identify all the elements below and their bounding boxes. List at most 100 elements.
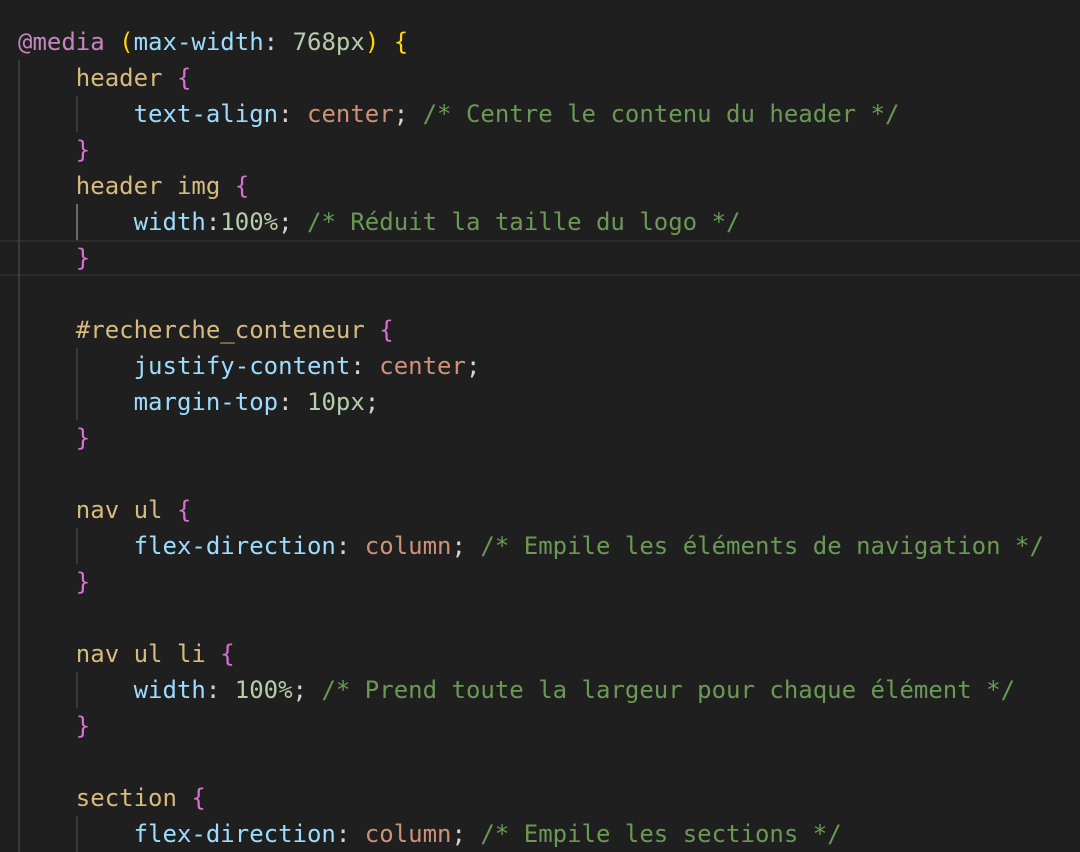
code-line[interactable]: section { [0,780,1080,816]
code-line[interactable]: nav ul { [0,492,1080,528]
token-bracket1: ( [119,28,134,56]
code-line[interactable]: } [0,420,1080,456]
token-punct: : [205,208,221,236]
token-value: center [307,100,394,128]
code-line[interactable]: justify-content: center; [0,348,1080,384]
token-punct [163,496,177,524]
token-value: center [379,352,466,380]
token-punct: ; [292,676,322,704]
token-punct: : [335,820,365,848]
token-selector: nav ul [75,496,163,524]
token-bracket2: { [176,496,192,524]
code-line[interactable] [0,744,1080,780]
token-property: justify-content [133,352,351,380]
token-bracket2: } [75,136,91,164]
token-property: max-width [133,28,264,56]
indentation [18,64,76,92]
token-punct [365,316,379,344]
token-punct: : [263,28,293,56]
token-bracket1: ) [364,28,380,56]
token-value: column [364,820,452,848]
indent-guide [18,528,20,564]
token-number: 768px [292,28,365,56]
code-line[interactable]: } [0,132,1080,168]
token-number: 10px [307,388,365,416]
code-line[interactable]: } [0,708,1080,744]
code-line[interactable] [0,600,1080,636]
code-line[interactable]: } [0,240,1080,276]
token-selector: #recherche_conteneur [75,316,365,344]
token-punct [379,28,393,56]
code-line[interactable]: nav ul li { [0,636,1080,672]
code-line[interactable]: flex-direction: column; /* Empile les se… [0,816,1080,852]
code-line[interactable] [0,276,1080,312]
indentation [18,316,76,344]
token-bracket2: } [75,712,91,740]
token-punct [177,784,191,812]
indentation [18,784,76,812]
indent-guide [18,744,20,780]
code-line[interactable]: header { [0,60,1080,96]
token-punct [163,64,177,92]
indent-guide [18,276,20,312]
indent-guide [18,384,20,420]
indent-guide [75,204,78,240]
token-bracket2: { [220,640,235,668]
indent-guide [18,420,20,456]
token-punct: ; [465,352,481,380]
token-bracket2: { [234,172,250,200]
code-line[interactable]: #recherche_conteneur { [0,312,1080,348]
indentation [18,496,76,524]
token-comment: /* Empile les éléments de navigation */ [480,532,1044,560]
token-keyword: @media [18,28,105,56]
token-punct [105,28,119,56]
token-punct: : [278,388,307,416]
indentation [18,712,76,740]
token-comment: /* Centre le contenu du header */ [422,100,900,128]
indent-guide [75,816,78,852]
indentation [18,640,76,668]
token-bracket2: { [191,784,206,812]
indent-guide [75,528,78,564]
token-property: width [133,676,206,704]
token-bracket2: } [75,244,91,272]
token-punct [206,640,220,668]
token-bracket2: } [75,424,91,452]
token-punct: ; [364,388,380,416]
indent-guide [75,672,78,708]
token-punct: ; [393,100,423,128]
indent-guide [18,564,20,600]
code-line[interactable]: header img { [0,168,1080,204]
token-punct: ; [451,820,481,848]
token-property: flex-direction [133,820,336,848]
code-line[interactable]: text-align: center; /* Centre le contenu… [0,96,1080,132]
indent-guide [18,672,20,708]
token-comment: /* Prend toute la largeur pour chaque él… [321,676,1016,704]
indent-guide [18,168,20,204]
indent-guide [75,96,78,132]
indentation [18,424,76,452]
indent-guide [18,780,20,816]
code-line[interactable]: flex-direction: column; /* Empile les él… [0,528,1080,564]
token-selector: header img [75,172,221,200]
code-line[interactable]: @media (max-width: 768px) { [0,24,1080,60]
token-punct: : [350,352,380,380]
code-line[interactable]: } [0,564,1080,600]
token-property: flex-direction [133,532,336,560]
indentation [18,568,76,596]
code-line[interactable]: width:100%; /* Réduit la taille du logo … [0,204,1080,240]
code-editor[interactable]: @media (max-width: 768px) { header { tex… [0,24,1080,852]
indent-guide [18,600,20,636]
token-bracket1: { [393,28,409,56]
indent-guide [75,348,78,384]
token-punct [220,172,234,200]
code-line[interactable]: width: 100%; /* Prend toute la largeur p… [0,672,1080,708]
indent-guide [18,204,20,240]
code-line[interactable] [0,456,1080,492]
token-number: 100% [220,208,279,236]
indent-guide [18,132,20,168]
code-line[interactable]: margin-top: 10px; [0,384,1080,420]
token-value: column [364,532,452,560]
indentation [18,136,76,164]
indent-guide [18,708,20,744]
